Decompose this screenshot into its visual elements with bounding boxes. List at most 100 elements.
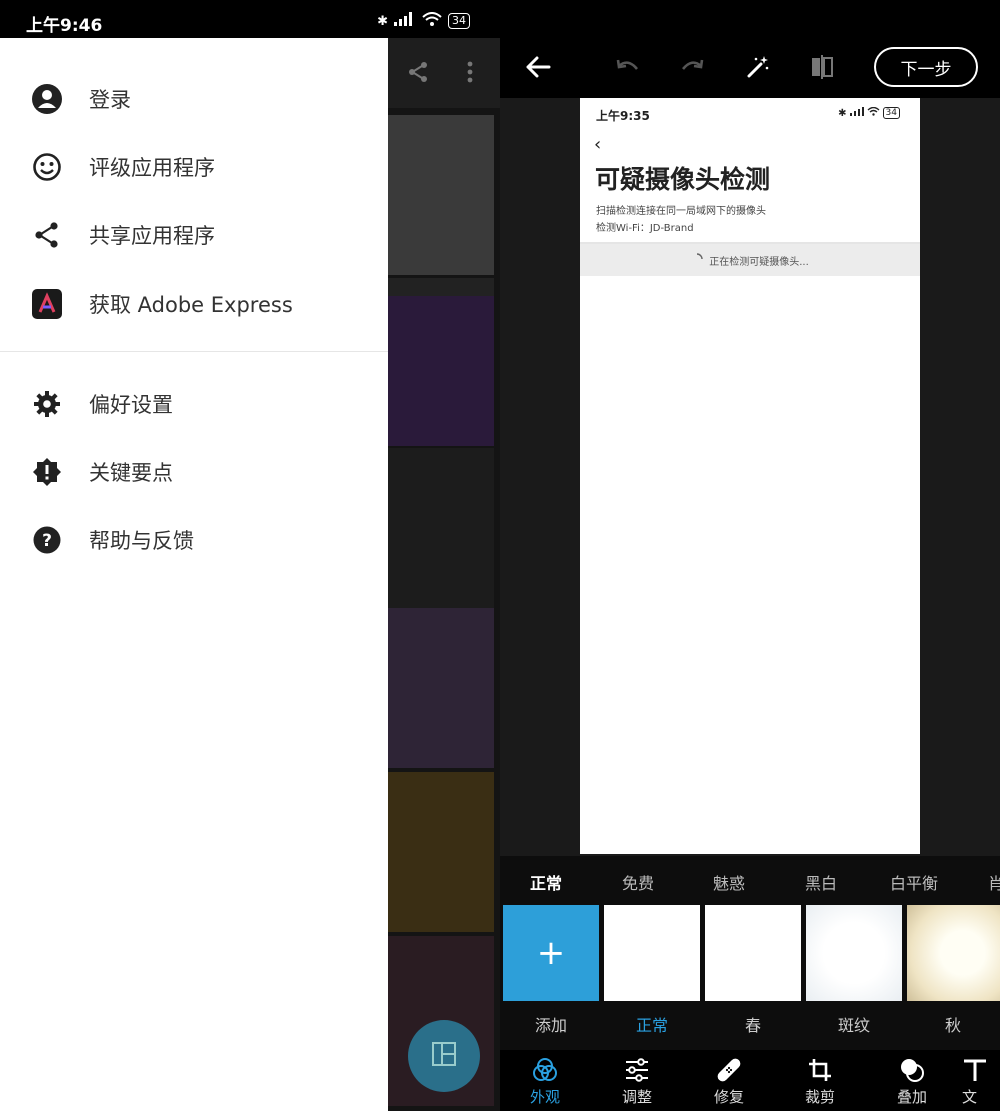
magic-wand-icon — [747, 56, 769, 78]
tab-filter-normal[interactable]: 正常 — [530, 870, 562, 894]
menu-item-label: 帮助与反馈 — [89, 529, 194, 553]
menu-item-get-adobe-express[interactable]: 获取 Adobe Express — [0, 276, 388, 332]
bluetooth-icon: ✱ — [838, 107, 847, 119]
nav-label: 调整 — [621, 1088, 652, 1106]
battery-icon: 34 — [882, 107, 900, 119]
bg-thumbnail — [388, 608, 494, 768]
thumb-preview[interactable] — [907, 905, 1000, 1001]
redo-icon — [681, 59, 704, 70]
overlay-icon — [877, 1056, 947, 1084]
nav-crop[interactable]: 裁剪 — [785, 1056, 855, 1107]
svg-text:?: ? — [42, 531, 52, 551]
thumb-label: 斑纹 — [837, 1016, 870, 1035]
account-circle-icon — [30, 82, 64, 116]
add-filter-tile[interactable]: + — [503, 905, 599, 1001]
more-icon — [466, 60, 474, 88]
thumb-preview[interactable] — [604, 905, 700, 1001]
inner-wifi-label: 检测Wi-Fi：JD-Brand — [596, 223, 694, 234]
nav-label: 外观 — [529, 1088, 560, 1106]
bg-thumbnail — [388, 448, 494, 608]
sliders-icon — [602, 1056, 672, 1084]
thumb-preview[interactable] — [705, 905, 801, 1001]
compare-button[interactable] — [802, 47, 842, 87]
photo-canvas[interactable]: 上午9:35 ✱ 34 ‹ 可疑摄像头检测 扫描检测连接在同一局域网下的摄像头 — [500, 98, 1000, 856]
nav-label: 裁剪 — [804, 1088, 835, 1106]
status-time: 上午9:46 — [26, 16, 103, 36]
menu-divider — [0, 351, 388, 352]
back-button[interactable] — [518, 47, 558, 87]
nav-label: 修复 — [713, 1088, 744, 1106]
nav-adjust[interactable]: 调整 — [602, 1056, 672, 1107]
edited-photo: 上午9:35 ✱ 34 ‹ 可疑摄像头检测 扫描检测连接在同一局域网下的摄像头 — [580, 98, 920, 854]
thumb-label: 添加 — [534, 1016, 567, 1035]
nav-label: 叠加 — [896, 1088, 927, 1106]
tab-filter-bw[interactable]: 黑白 — [805, 870, 837, 894]
tab-filter-free[interactable]: 免费 — [622, 870, 654, 894]
thumb-label: 秋 — [944, 1016, 961, 1035]
wifi-icon — [867, 106, 880, 119]
menu-item-label: 偏好设置 — [89, 393, 173, 417]
inner-status-icons: ✱ 34 — [838, 106, 900, 119]
text-icon — [962, 1056, 1000, 1084]
editor-bottom-nav: 外观 调整 修复 裁剪 叠加 文 — [500, 1050, 1000, 1111]
undo-button[interactable] — [608, 47, 648, 87]
menu-item-key-points[interactable]: 关键要点 — [0, 444, 388, 500]
menu-item-label: 关键要点 — [89, 461, 173, 485]
thumb-preview[interactable] — [806, 905, 902, 1001]
menu-item-login[interactable]: 登录 — [0, 71, 388, 127]
inner-scanning-row: 正在检测可疑摄像头... — [580, 244, 920, 276]
bg-thumbnail — [388, 115, 494, 275]
inner-status-bar: 上午9:35 ✱ 34 — [580, 98, 920, 128]
nav-text[interactable]: 文 — [962, 1056, 1000, 1107]
bg-thumbnail — [388, 278, 494, 298]
wifi-icon — [422, 12, 442, 30]
smile-icon — [30, 150, 64, 184]
filter-category-tabs: 正常 免费 魅惑 黑白 白平衡 肖 — [500, 856, 1000, 902]
background-app — [388, 38, 500, 1111]
plus-icon: + — [536, 933, 566, 973]
menu-item-help-feedback[interactable]: ? 帮助与反馈 — [0, 512, 388, 568]
inner-title: 可疑摄像头检测 — [595, 165, 771, 194]
menu-item-label: 评级应用程序 — [89, 156, 215, 180]
right-screenshot: 下一步 上午9:35 ✱ 34 ‹ 可疑摄像头检测 扫描检测连接在同一局域网下的… — [500, 0, 1000, 1111]
menu-item-preferences[interactable]: 偏好设置 — [0, 376, 388, 432]
inner-status-time: 上午9:35 — [596, 109, 650, 123]
thumb-label: 正常 — [635, 1016, 668, 1035]
nav-overlay[interactable]: 叠加 — [877, 1056, 947, 1107]
bluetooth-icon: ✱ — [377, 13, 388, 29]
left-screenshot: 上午9:46 ✱ 34 登录 评级应用程序 共享应用程序 获取 Adobe Ex… — [0, 0, 500, 1111]
navigation-drawer: 登录 评级应用程序 共享应用程序 获取 Adobe Express 偏好设置 关… — [0, 38, 388, 1111]
signal-icon — [394, 12, 416, 30]
tab-filter-portrait[interactable]: 肖 — [988, 870, 1000, 894]
menu-item-label: 获取 Adobe Express — [89, 293, 293, 317]
editor-toolbar: 下一步 — [500, 0, 1000, 98]
adobe-express-icon — [30, 287, 64, 321]
crop-icon — [785, 1056, 855, 1084]
nav-looks[interactable]: 外观 — [510, 1056, 580, 1107]
tab-filter-white-balance[interactable]: 白平衡 — [890, 870, 938, 894]
bg-thumbnail — [388, 772, 494, 932]
status-bar: 上午9:46 ✱ 34 — [0, 0, 500, 38]
background-app-toolbar — [388, 38, 500, 108]
inner-subtitle: 扫描检测连接在同一局域网下的摄像头 — [596, 206, 766, 217]
help-icon: ? — [30, 523, 64, 557]
compare-icon — [812, 55, 833, 79]
tab-filter-charm[interactable]: 魅惑 — [713, 870, 745, 894]
menu-item-share-app[interactable]: 共享应用程序 — [0, 207, 388, 263]
share-icon — [30, 218, 64, 252]
spinner-icon — [691, 252, 703, 268]
looks-icon — [510, 1056, 580, 1084]
nav-heal[interactable]: 修复 — [694, 1056, 764, 1107]
bandage-icon — [694, 1056, 764, 1084]
next-button[interactable]: 下一步 — [874, 47, 978, 87]
nav-label: 文 — [962, 1088, 978, 1106]
menu-item-rate-app[interactable]: 评级应用程序 — [0, 139, 388, 195]
thumb-label: 春 — [744, 1016, 761, 1035]
redo-button[interactable] — [672, 47, 712, 87]
status-icons: ✱ 34 — [377, 12, 470, 30]
battery-icon: 34 — [448, 13, 470, 29]
layout-fab — [408, 1020, 480, 1092]
auto-fix-button[interactable] — [738, 47, 778, 87]
gear-icon — [30, 387, 64, 421]
chevron-left-icon: ‹ — [594, 134, 602, 155]
